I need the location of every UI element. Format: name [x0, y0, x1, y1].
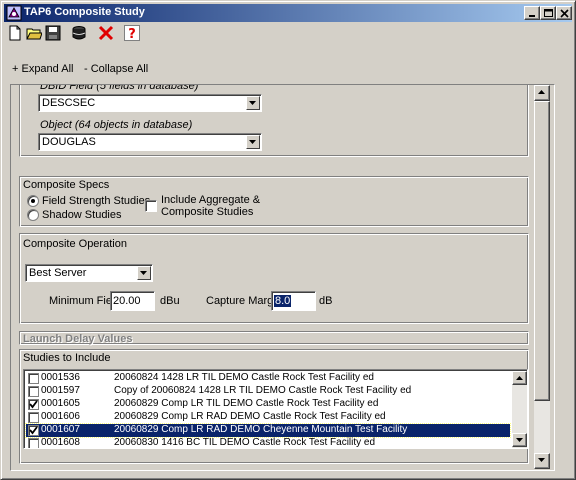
min-field-unit: dBu: [160, 295, 180, 307]
study-description: 20060830 1416 BC TIL DEMO Castle Rock Te…: [114, 437, 376, 448]
capture-margin-value: 8.0: [274, 295, 292, 307]
studies-listbox[interactable]: 0001536 20060824 1428 LR TIL DEMO Castle …: [23, 369, 528, 449]
study-description: 20060829 Comp LR RAD DEMO Castle Rock Te…: [114, 411, 386, 422]
operation-value: Best Server: [29, 267, 87, 279]
database-icon[interactable]: [71, 25, 87, 41]
study-id: 0001536: [41, 372, 80, 383]
study-row[interactable]: 0001606 20060829 Comp LR RAD DEMO Castle …: [26, 411, 510, 424]
close-x-icon[interactable]: [98, 25, 114, 41]
study-description: 20060824 1428 LR TIL DEMO Castle Rock Te…: [114, 372, 374, 383]
radio-dot: [31, 199, 35, 203]
shadow-studies-label[interactable]: Shadow Studies: [42, 209, 122, 221]
study-options-panel: DBID Field (5 fields in database) DESCSE…: [10, 84, 555, 471]
open-folder-icon[interactable]: [26, 25, 43, 41]
study-description: 20060829 Comp LR TIL DEMO Castle Rock Te…: [114, 398, 379, 409]
svg-text:?: ?: [128, 27, 136, 41]
shadow-studies-radio[interactable]: [27, 209, 39, 221]
study-row[interactable]: 0001607 20060829 Comp LR RAD DEMO Cheyenn…: [25, 423, 511, 438]
study-row[interactable]: 0001597 Copy of 20060824 1428 LR TIL DEMO…: [26, 385, 510, 398]
study-checkbox[interactable]: [28, 412, 39, 423]
app-icon: [6, 5, 22, 21]
save-icon[interactable]: [45, 25, 61, 41]
study-id: 0001607: [41, 424, 80, 435]
chevron-down-icon[interactable]: [137, 266, 151, 280]
chevron-down-icon[interactable]: [246, 96, 260, 110]
study-id: 0001605: [41, 398, 80, 409]
field-label: DBID Field (5 fields in database): [40, 84, 199, 92]
field-value: DESCSEC: [42, 97, 96, 109]
studies-scrollbar[interactable]: [512, 371, 527, 448]
scroll-thumb[interactable]: [534, 101, 550, 401]
minimize-button[interactable]: [524, 6, 540, 20]
studies-title: Studies to Include: [23, 352, 111, 364]
study-row[interactable]: 0001608 20060830 1416 BC TIL DEMO Castle …: [26, 437, 510, 448]
study-checkbox[interactable]: [28, 386, 39, 397]
launch-delay-title[interactable]: Launch Delay Values: [23, 333, 132, 345]
study-checkbox[interactable]: [28, 438, 39, 448]
scroll-up-button[interactable]: [534, 85, 550, 101]
field-strength-label[interactable]: Field Strength Studies: [42, 195, 150, 207]
scroll-down-button[interactable]: [512, 433, 527, 447]
composite-study-window: TAP6 Composite Study ? + Expand All - Co…: [0, 0, 576, 480]
study-checkbox[interactable]: [28, 425, 39, 436]
study-id: 0001597: [41, 385, 80, 396]
study-id: 0001608: [41, 437, 80, 448]
field-combo[interactable]: DESCSEC: [38, 94, 262, 112]
close-button[interactable]: [556, 6, 572, 20]
maximize-button[interactable]: [540, 6, 556, 20]
study-row[interactable]: 0001605 20060829 Comp LR TIL DEMO Castle …: [26, 398, 510, 411]
title-bar[interactable]: TAP6 Composite Study: [4, 4, 572, 22]
include-aggregate-label-line1[interactable]: Include Aggregate &: [161, 194, 260, 206]
object-combo[interactable]: DOUGLAS: [38, 133, 262, 151]
study-id: 0001606: [41, 411, 80, 422]
scroll-down-button[interactable]: [534, 453, 550, 469]
include-aggregate-checkbox[interactable]: [145, 200, 157, 212]
expand-all-link[interactable]: + Expand All: [12, 63, 73, 75]
window-title: TAP6 Composite Study: [24, 6, 145, 18]
collapse-all-link[interactable]: - Collapse All: [84, 63, 148, 75]
help-icon[interactable]: ?: [124, 25, 140, 42]
study-row[interactable]: 0001536 20060824 1428 LR TIL DEMO Castle …: [26, 372, 510, 385]
object-value: DOUGLAS: [42, 136, 96, 148]
composite-specs-title: Composite Specs: [23, 179, 110, 191]
capture-margin-unit: dB: [319, 295, 333, 307]
study-checkbox[interactable]: [28, 399, 39, 410]
operation-combo[interactable]: Best Server: [25, 264, 153, 282]
composite-operation-title: Composite Operation: [23, 238, 127, 250]
study-description: Copy of 20060824 1428 LR TIL DEMO Castle…: [114, 385, 412, 396]
study-description: 20060829 Comp LR RAD DEMO Cheyenne Mount…: [114, 424, 408, 435]
study-checkbox[interactable]: [28, 373, 39, 384]
min-field-value: 20.00: [113, 295, 141, 307]
include-aggregate-label-line2[interactable]: Composite Studies: [161, 206, 253, 218]
object-label: Object (64 objects in database): [40, 119, 193, 131]
min-field-input[interactable]: 20.00: [110, 291, 155, 311]
field-strength-radio[interactable]: [27, 195, 39, 207]
scroll-up-button[interactable]: [512, 371, 527, 385]
chevron-down-icon[interactable]: [246, 135, 260, 149]
new-icon[interactable]: [7, 25, 23, 41]
main-scrollbar[interactable]: [534, 85, 550, 469]
capture-margin-input[interactable]: 8.0: [271, 291, 316, 311]
